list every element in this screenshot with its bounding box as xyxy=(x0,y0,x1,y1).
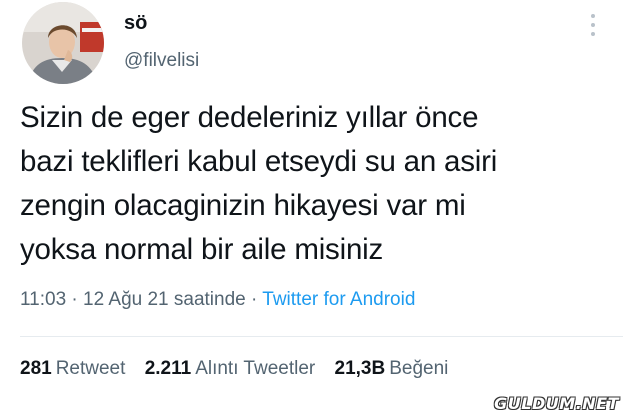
tweet-time[interactable]: 11:03 xyxy=(20,289,66,310)
divider xyxy=(20,336,623,337)
retweets-count: 281 xyxy=(20,358,52,379)
author-display-name[interactable]: sö xyxy=(124,12,147,35)
profile-photo xyxy=(22,2,104,84)
quotes-stat[interactable]: 2.211 Alıntı Tweetler xyxy=(145,358,316,380)
more-vertical-icon[interactable] xyxy=(584,12,602,38)
quotes-count: 2.211 xyxy=(144,358,192,379)
avatar[interactable] xyxy=(22,2,104,84)
watermark: GULDUM.NET xyxy=(494,394,619,413)
likes-label: Beğeni xyxy=(389,358,449,379)
tweet-date[interactable]: 12 Ağu 21 saatinde xyxy=(83,289,246,310)
meta-separator: · xyxy=(251,289,258,310)
retweets-stat[interactable]: 281 Retweet xyxy=(20,358,125,380)
tweet-meta: 11:03 · 12 Ağu 21 saatinde · Twitter for… xyxy=(20,289,415,311)
tweet-stats: 281 Retweet 2.211 Alıntı Tweetler 21,3B Beğ… xyxy=(20,358,462,380)
meta-separator: · xyxy=(71,289,78,310)
tweet-source-link[interactable]: Twitter for Android xyxy=(262,289,415,310)
tweet-card: sö @filvelisi Sizin de eger dedeleriniz … xyxy=(0,0,623,415)
tweet-text: Sizin de eger dedeleriniz yıllar önce ba… xyxy=(20,101,498,266)
retweets-label: Retweet xyxy=(55,358,126,379)
likes-count: 21,3B xyxy=(334,358,386,379)
author-handle[interactable]: @filvelisi xyxy=(124,50,199,72)
quotes-label: Alıntı Tweetler xyxy=(195,358,316,379)
likes-stat[interactable]: 21,3B Beğeni xyxy=(335,358,449,380)
